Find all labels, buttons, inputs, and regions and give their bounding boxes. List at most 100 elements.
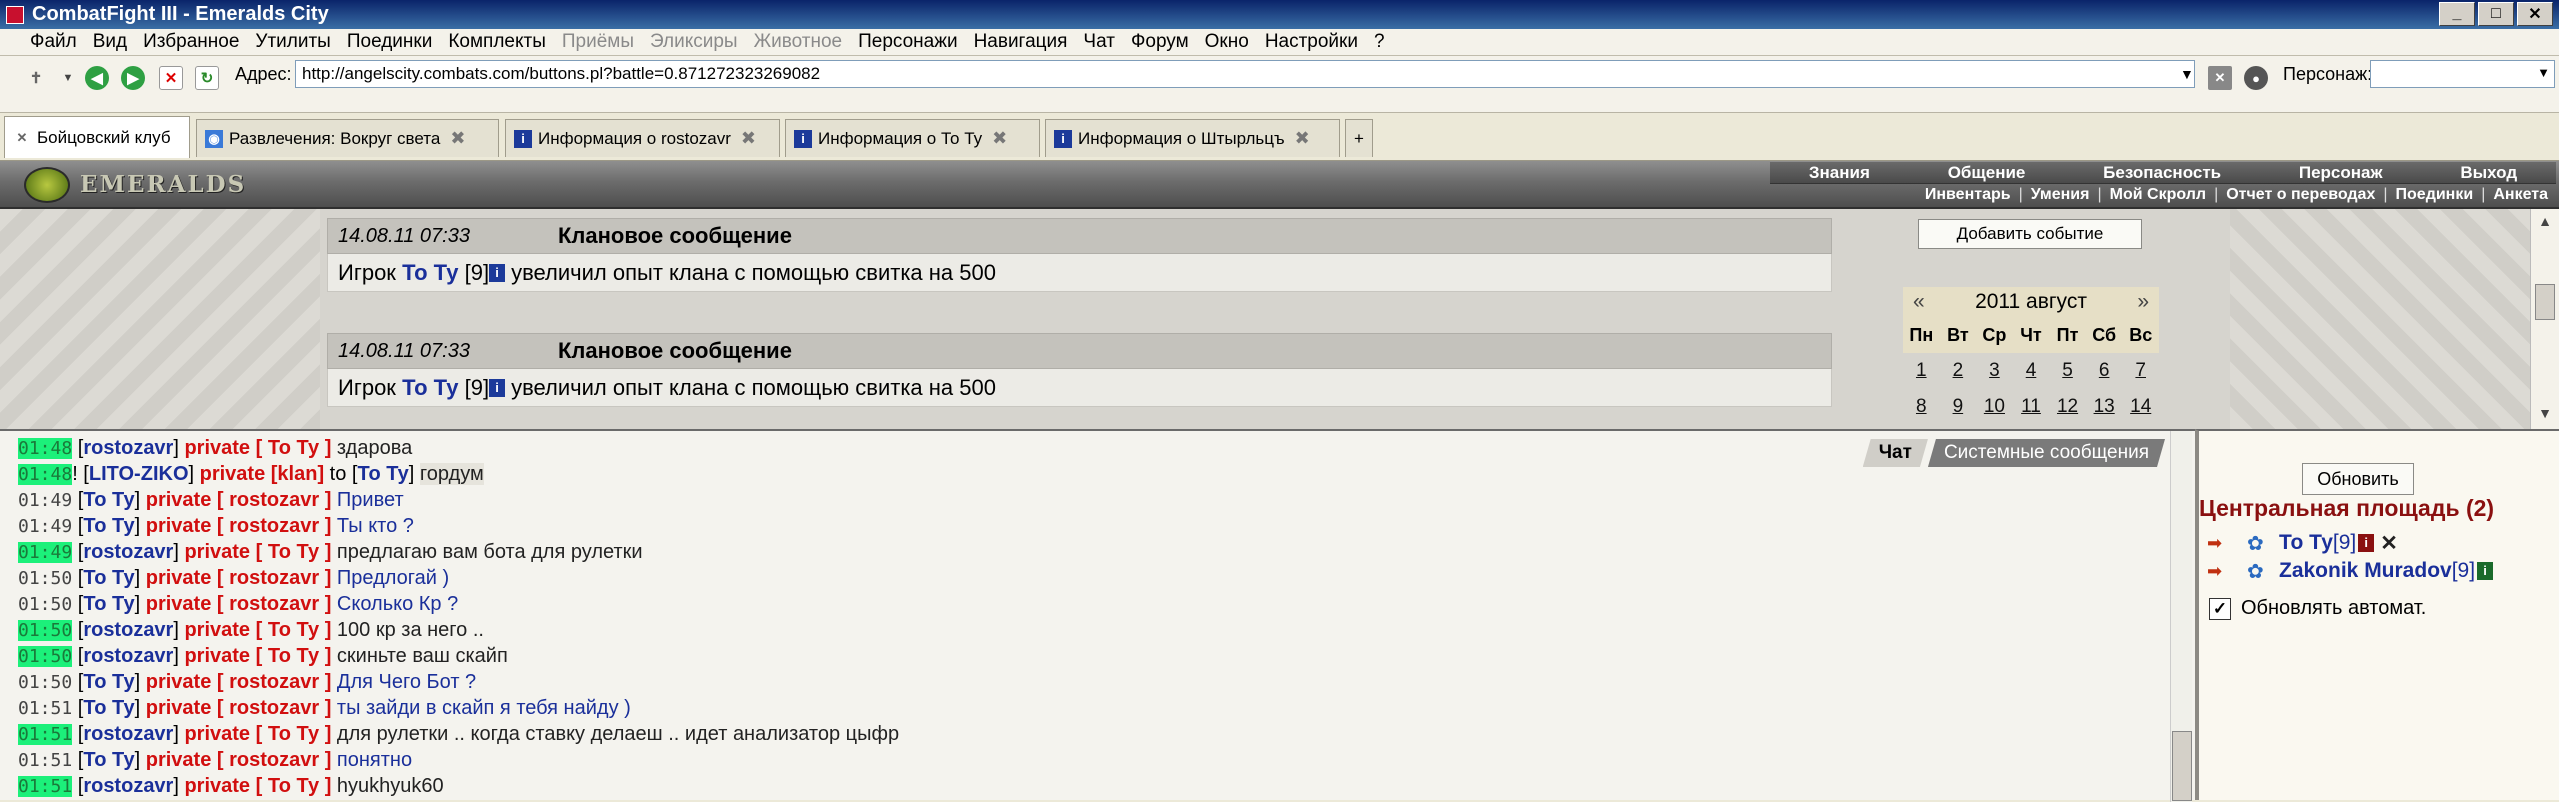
chat-nick[interactable]: То Ту (83, 593, 134, 615)
calendar-day[interactable]: 12 (2049, 389, 2086, 425)
browser-tab[interactable]: ◉ Развлечения: Вокруг света ✖ (196, 119, 499, 157)
calendar-day[interactable]: 8 (1903, 389, 1940, 425)
menu-item[interactable]: Поединки (347, 31, 433, 53)
close-icon[interactable]: ✕ (13, 129, 31, 147)
chat-private-tag[interactable]: private [ То Ту ] (184, 775, 331, 797)
private-arrow-icon[interactable]: ➡ (2207, 533, 2233, 553)
sub-nav-item[interactable]: Мой Скролл (2110, 186, 2206, 204)
auto-refresh-checkbox[interactable]: ✓ (2209, 597, 2231, 620)
chat-nick[interactable]: rostozavr (83, 437, 173, 459)
close-tab-icon[interactable]: ✖ (741, 128, 756, 149)
info-icon[interactable]: i (2477, 562, 2494, 580)
events-scrollbar[interactable]: ▲ ▼ (2530, 209, 2559, 429)
info-icon[interactable]: i (489, 263, 506, 282)
page-icon[interactable]: ✕ (2208, 66, 2232, 90)
calendar-day[interactable]: 14 (2122, 389, 2159, 425)
chat-nick[interactable]: То Ту (83, 671, 134, 693)
top-nav-item[interactable]: Общение (1948, 163, 2026, 183)
menu-item[interactable]: Файл (30, 31, 77, 53)
chat-nick[interactable]: rostozavr (83, 723, 173, 745)
scroll-down-icon[interactable]: ▼ (2535, 405, 2555, 425)
scroll-thumb[interactable] (2172, 731, 2192, 801)
tab-system-messages[interactable]: Системные сообщения (1928, 439, 2165, 467)
chat-scrollbar[interactable] (2170, 431, 2192, 802)
browser-tab[interactable]: i Информация о То Ту ✖ (785, 119, 1040, 157)
top-nav-item[interactable]: Безопасность (2103, 163, 2221, 183)
top-nav-item[interactable]: Знания (1809, 163, 1870, 183)
browser-tab[interactable]: i Информация о Штырльцъ ✖ (1045, 119, 1340, 157)
dropdown-arrow-icon[interactable]: ▼ (56, 66, 80, 90)
private-arrow-icon[interactable]: ➡ (2207, 561, 2233, 581)
chat-nick[interactable]: То Ту (83, 489, 134, 511)
add-event-button[interactable]: Добавить событие (1918, 219, 2142, 249)
close-window-button[interactable]: ✕ (2517, 2, 2553, 26)
calendar-day[interactable]: 4 (2013, 353, 2050, 389)
chat-to-nick[interactable]: То Ту (357, 463, 408, 485)
chat-private-tag[interactable]: private [ rostozavr ] (146, 671, 332, 693)
address-input[interactable] (295, 60, 2195, 88)
new-tab-button[interactable]: + (1345, 119, 1373, 157)
menu-item[interactable]: Навигация (974, 31, 1068, 53)
pin-icon[interactable]: ✝ (24, 66, 48, 90)
calendar-day[interactable]: 5 (2049, 353, 2086, 389)
menu-item[interactable]: Форум (1131, 31, 1189, 53)
calendar-prev-button[interactable]: « (1913, 290, 1925, 314)
person-select[interactable]: ▼ (2370, 60, 2555, 88)
event-player[interactable]: То Ту (402, 375, 458, 401)
chat-nick[interactable]: rostozavr (83, 541, 173, 563)
chat-nick[interactable]: rostozavr (83, 775, 173, 797)
menu-item[interactable]: Приёмы (562, 31, 634, 53)
close-tab-icon[interactable]: ✖ (1295, 128, 1310, 149)
calendar-day[interactable]: 3 (1976, 353, 2013, 389)
menu-item[interactable]: Окно (1205, 31, 1249, 53)
calendar-day[interactable]: 1 (1903, 353, 1940, 389)
minimize-button[interactable]: _ (2439, 2, 2475, 26)
sub-nav-item[interactable]: Анкета (2493, 186, 2548, 204)
browser-tab[interactable]: ✕ Бойцовский клуб (4, 116, 190, 158)
tab-chat[interactable]: Чат (1863, 439, 1928, 467)
chat-private-tag[interactable]: private [ rostozavr ] (146, 567, 332, 589)
calendar-day[interactable]: 11 (2013, 389, 2050, 425)
user-name[interactable]: То Ту (2279, 531, 2333, 555)
scroll-up-icon[interactable]: ▲ (2535, 213, 2555, 233)
stop-icon[interactable]: ✕ (159, 66, 183, 90)
menu-item[interactable]: Персонажи (858, 31, 957, 53)
chat-private-tag[interactable]: private [ rostozavr ] (146, 593, 332, 615)
chat-nick[interactable]: То Ту (83, 515, 134, 537)
calendar-day[interactable]: 10 (1976, 389, 2013, 425)
close-tab-icon[interactable]: ✖ (450, 128, 465, 149)
sub-nav-item[interactable]: Поединки (2396, 186, 2474, 204)
chat-private-tag[interactable]: private [ То Ту ] (184, 645, 331, 667)
chat-private-tag[interactable]: private [ rostozavr ] (146, 515, 332, 537)
calendar-next-button[interactable]: » (2137, 290, 2149, 314)
menu-item[interactable]: Комплекты (448, 31, 546, 53)
user-name[interactable]: Zakonik Muradov (2279, 559, 2452, 583)
sub-nav-item[interactable]: Умения (2031, 186, 2090, 204)
chat-nick[interactable]: То Ту (83, 749, 134, 771)
calendar-day[interactable]: 2 (1940, 353, 1977, 389)
scroll-thumb[interactable] (2535, 284, 2555, 320)
maximize-button[interactable]: □ (2478, 2, 2514, 26)
forward-icon[interactable]: ▶ (121, 66, 145, 90)
chat-nick[interactable]: LITO-ZIKO (89, 463, 189, 485)
close-tab-icon[interactable]: ✖ (992, 128, 1007, 149)
chat-nick[interactable]: rostozavr (83, 619, 173, 641)
chat-private-tag[interactable]: private [ То Ту ] (184, 619, 331, 641)
chat-private-tag[interactable]: private [ То Ту ] (184, 437, 331, 459)
chat-private-tag[interactable]: private [ rostozavr ] (146, 749, 332, 771)
chat-private-tag[interactable]: private [klan] (200, 463, 324, 485)
chat-nick[interactable]: То Ту (83, 697, 134, 719)
chat-nick[interactable]: То Ту (83, 567, 134, 589)
info-icon[interactable]: i (2358, 534, 2375, 552)
calendar-day[interactable]: 13 (2086, 389, 2123, 425)
menu-item[interactable]: Эликсиры (650, 31, 738, 53)
info-icon[interactable]: i (489, 378, 506, 397)
calendar-day[interactable]: 9 (1940, 389, 1977, 425)
refresh-icon[interactable]: ↻ (195, 66, 219, 90)
back-icon[interactable]: ◀ (85, 66, 109, 90)
event-player[interactable]: То Ту (402, 260, 458, 286)
calendar-day[interactable]: 7 (2122, 353, 2159, 389)
top-nav-item[interactable]: Персонаж (2299, 163, 2383, 183)
menu-item[interactable]: Чат (1083, 31, 1115, 53)
chat-private-tag[interactable]: private [ То Ту ] (184, 541, 331, 563)
